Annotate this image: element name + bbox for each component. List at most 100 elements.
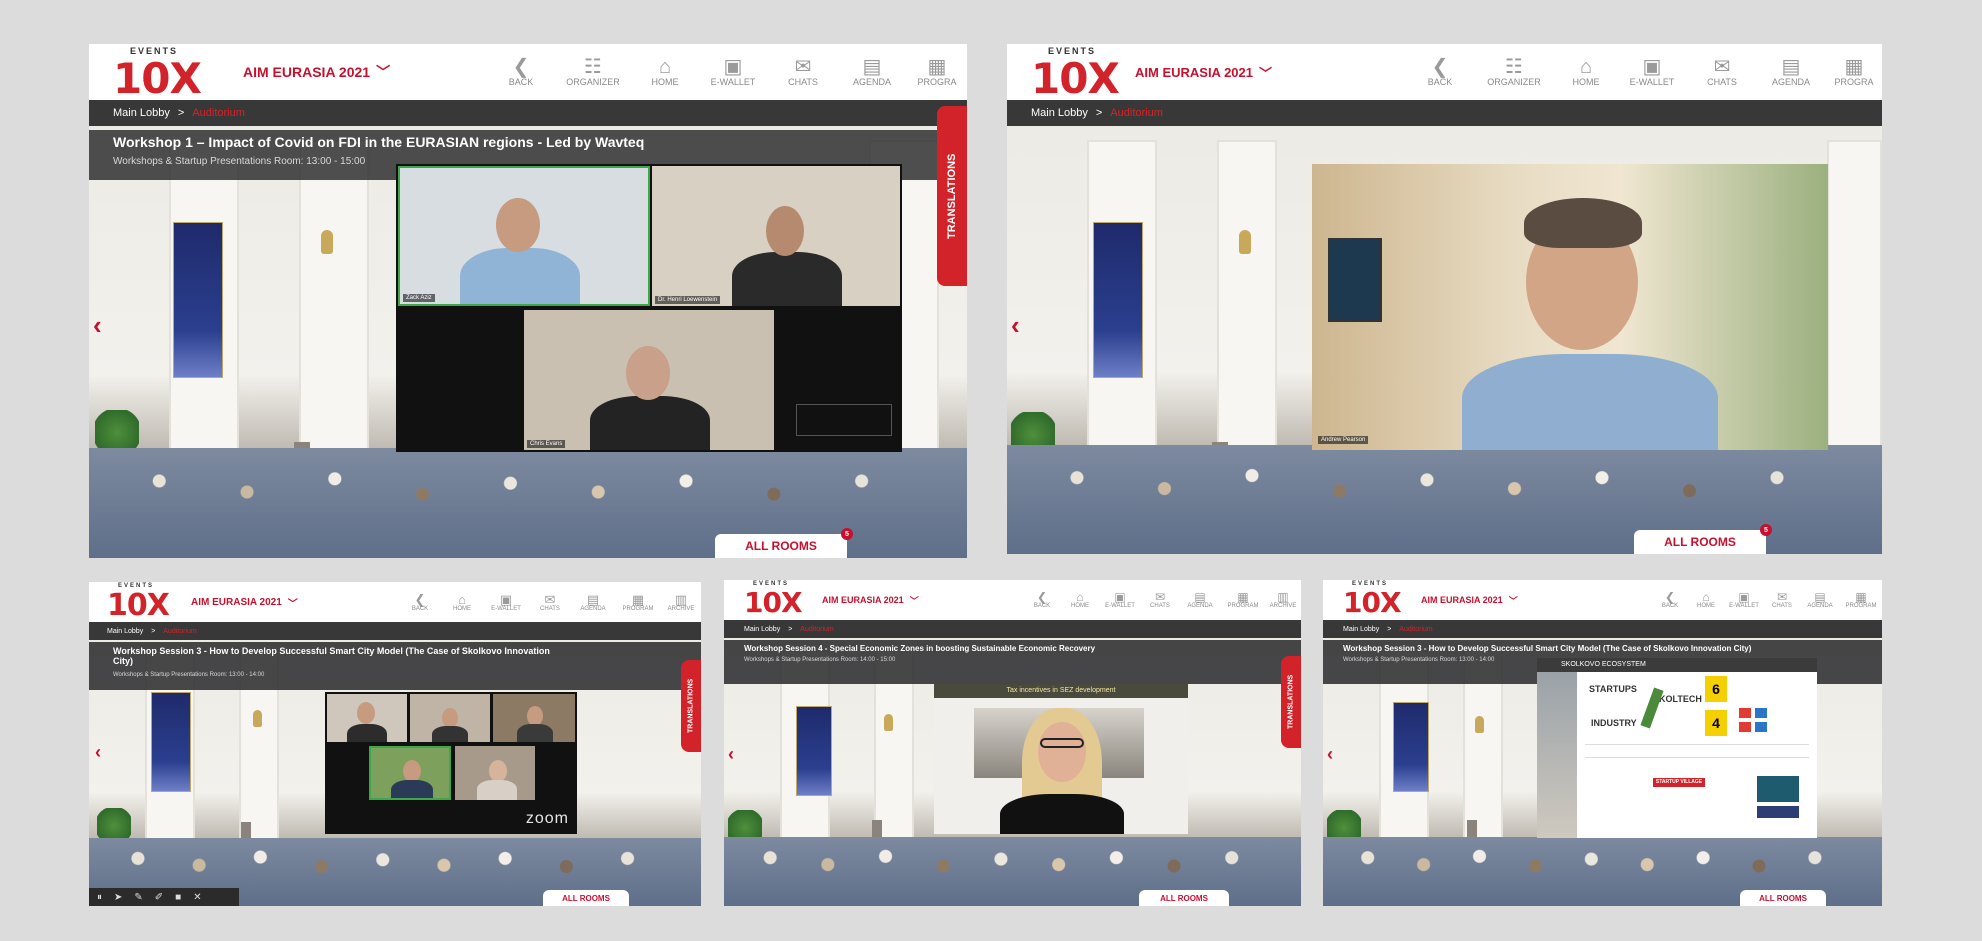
nav-chats[interactable]: ✉ CHATS (1688, 44, 1756, 100)
pointer-icon[interactable]: ➤ (114, 892, 122, 903)
all-rooms-button[interactable]: ALL ROOMS 5 (1634, 524, 1772, 554)
breadcrumb-bar: Main Lobby > Auditorium (89, 622, 701, 640)
chat-icon: ✉ (794, 56, 812, 78)
wallet-icon: ▣ (499, 591, 513, 607)
all-rooms-button[interactable]: ALL ROOMS (1740, 890, 1826, 906)
video-tile[interactable]: Zack Aziz (398, 166, 650, 306)
nav-program[interactable]: ▦ PROGRAM (1840, 580, 1882, 620)
nav-program[interactable]: ▦ PROGRAM (1221, 580, 1265, 620)
video-tile[interactable] (410, 694, 490, 742)
events-10x-logo[interactable]: EVENTS 10X (1343, 581, 1402, 619)
translations-tab[interactable]: TRANSLATIONS (681, 660, 701, 752)
breadcrumb-main-lobby[interactable]: Main Lobby (113, 107, 170, 119)
empty-tile (796, 404, 892, 436)
camera-icon[interactable]: ■ (175, 892, 181, 903)
breadcrumb-current: Auditorium (1110, 107, 1163, 119)
all-rooms-badge: 5 (1760, 524, 1772, 536)
nav-chats[interactable]: ✉ CHATS (769, 44, 837, 100)
speaker-video[interactable]: Andrew Pearson (1312, 164, 1828, 450)
nav-agenda[interactable]: ▤ AGENDA (571, 582, 615, 622)
breadcrumb-separator: > (788, 625, 793, 633)
chevron-down-icon: ﹀ (1508, 595, 1518, 606)
nav-organizer[interactable]: ☷ ORGANIZER (1472, 44, 1556, 100)
events-10x-logo[interactable]: EVENTS 10X (107, 583, 170, 623)
nav-chats[interactable]: ✉ CHATS (529, 582, 571, 622)
video-tile[interactable] (493, 694, 575, 742)
nav-chats[interactable]: ✉ CHATS (1764, 580, 1800, 620)
chevron-left-icon[interactable]: ‹ (728, 744, 734, 765)
nav-home[interactable]: ⌂ HOME (1556, 44, 1616, 100)
event-banner (151, 692, 191, 792)
nav-ewallet[interactable]: ▣ E-WALLET (1724, 580, 1764, 620)
nav-back[interactable]: ❮ BACK (1652, 580, 1688, 620)
session-subtitle: Workshops & Startup Presentations Room: … (113, 672, 265, 678)
nav-program[interactable]: ▦ PROGRA (907, 44, 967, 100)
translations-tab[interactable]: TRANSLATIONS (937, 106, 967, 286)
chevron-left-icon[interactable]: ‹ (1011, 310, 1020, 341)
nav-agenda[interactable]: ▤ AGENDA (1800, 580, 1840, 620)
nav-program[interactable]: ▦ PROGRAM (615, 582, 661, 622)
shared-presentation-slide[interactable]: SKOLKOVO ECOSYSTEM STARTUPS SKOLTECH IND… (1537, 658, 1817, 838)
video-tile[interactable]: Chris Evans (524, 310, 774, 450)
agenda-icon: ▤ (1194, 590, 1206, 604)
main-nav: ❮ BACK ☷ ORGANIZER ⌂ HOME ▣ E-WALLET ✉ CHATS … (489, 44, 967, 100)
events-10x-logo[interactable]: EVENTS 10X (744, 581, 803, 619)
chevron-left-icon[interactable]: ‹ (93, 310, 102, 341)
back-arrow-icon: ❮ (1431, 56, 1449, 78)
nav-program[interactable]: ▦ PROGRA (1826, 44, 1882, 100)
video-tile[interactable] (369, 746, 451, 800)
speaker-video[interactable]: Tax incentives in SEZ development (934, 684, 1188, 834)
nav-ewallet[interactable]: ▣ E-WALLET (1099, 580, 1141, 620)
video-tile[interactable]: Dr. Henri Loewenstein (652, 166, 900, 306)
breadcrumb-main-lobby[interactable]: Main Lobby (744, 626, 780, 633)
nav-ewallet[interactable]: ▣ E-WALLET (1616, 44, 1688, 100)
breadcrumb-main-lobby[interactable]: Main Lobby (1343, 626, 1379, 633)
breadcrumb-main-lobby[interactable]: Main Lobby (1031, 107, 1088, 119)
event-selector[interactable]: AIM EURASIA 2021 ﹀ (822, 594, 919, 607)
events-10x-logo[interactable]: EVENTS 10X (1031, 46, 1120, 103)
all-rooms-badge: 5 (841, 528, 853, 540)
pause-icon[interactable]: ⏸ (97, 892, 102, 903)
breadcrumb-main-lobby[interactable]: Main Lobby (107, 628, 143, 635)
nav-home[interactable]: ⌂ HOME (1061, 580, 1099, 620)
nav-ewallet[interactable]: ▣ E-WALLET (697, 44, 769, 100)
nav-organizer[interactable]: ☷ ORGANIZER (553, 44, 633, 100)
video-tile[interactable] (327, 694, 407, 742)
program-icon: ▦ (1844, 56, 1864, 78)
nav-back[interactable]: ❮ BACK (489, 44, 553, 100)
nav-archive[interactable]: ▥ ARCHIVE (661, 582, 701, 622)
all-rooms-button[interactable]: ALL ROOMS (543, 890, 629, 906)
nav-back[interactable]: ❮ BACK (1023, 580, 1061, 620)
home-icon: ⌂ (1702, 590, 1710, 604)
nav-back[interactable]: ❮ BACK (1408, 44, 1472, 100)
all-rooms-button[interactable]: ALL ROOMS (1139, 890, 1229, 906)
nav-chats[interactable]: ✉ CHATS (1141, 580, 1179, 620)
brush-icon[interactable]: ✐ (155, 892, 163, 903)
event-selector[interactable]: AIM EURASIA 2021 ﹀ (1135, 63, 1272, 82)
chevron-down-icon: ﹀ (376, 64, 391, 80)
close-icon[interactable]: ✕ (193, 892, 201, 903)
nav-home[interactable]: ⌂ HOME (1688, 580, 1724, 620)
chevron-left-icon[interactable]: ‹ (1327, 744, 1333, 765)
event-selector[interactable]: AIM EURASIA 2021 ﹀ (243, 62, 390, 82)
all-rooms-button[interactable]: ALL ROOMS 5 (715, 528, 853, 558)
session-subtitle: Workshops & Startup Presentations Room: … (744, 657, 896, 663)
event-selector[interactable]: AIM EURASIA 2021 ﹀ (191, 595, 298, 610)
pen-icon[interactable]: ✎ (134, 892, 142, 903)
nav-home[interactable]: ⌂ HOME (633, 44, 697, 100)
back-arrow-icon: ❮ (512, 56, 530, 78)
nav-agenda[interactable]: ▤ AGENDA (837, 44, 907, 100)
nav-home[interactable]: ⌂ HOME (441, 582, 483, 622)
session-title: Workshop Session 4 - Special Economic Zo… (744, 644, 1096, 653)
nav-agenda[interactable]: ▤ AGENDA (1756, 44, 1826, 100)
nav-ewallet[interactable]: ▣ E-WALLET (483, 582, 529, 622)
nav-agenda[interactable]: ▤ AGENDA (1179, 580, 1221, 620)
nav-archive[interactable]: ▥ ARCHIVE (1265, 580, 1301, 620)
event-selector[interactable]: AIM EURASIA 2021 ﹀ (1421, 594, 1518, 607)
nav-back[interactable]: ❮ BACK (399, 582, 441, 622)
session-title-bar: Workshop Session 3 - How to Develop Succ… (89, 642, 701, 690)
translations-tab[interactable]: TRANSLATIONS (1281, 656, 1301, 748)
video-tile[interactable] (455, 746, 535, 800)
chevron-left-icon[interactable]: ‹ (95, 742, 101, 763)
events-10x-logo[interactable]: EVENTS 10X (113, 46, 202, 103)
